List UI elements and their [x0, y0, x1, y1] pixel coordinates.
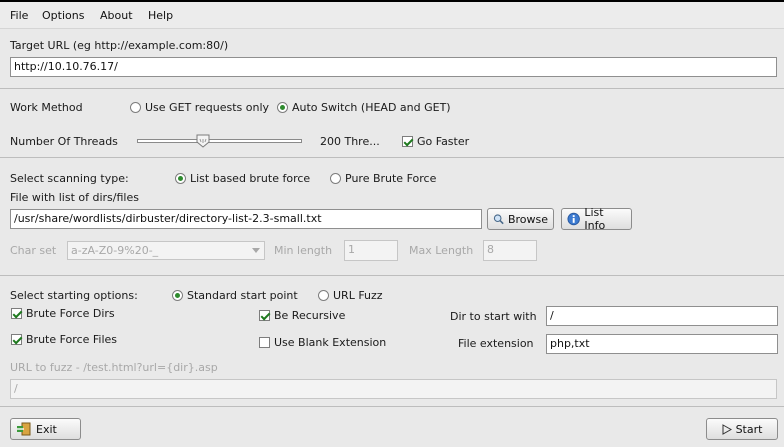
radio-standard-start-label: Standard start point — [187, 289, 298, 302]
max-length-label: Max Length — [409, 244, 474, 257]
wordlist-file-label: File with list of dirs/files — [10, 191, 139, 204]
go-faster-checkbox[interactable] — [402, 136, 413, 147]
separator — [0, 406, 784, 407]
exit-door-icon — [17, 422, 31, 436]
menu-about[interactable]: About — [100, 9, 133, 22]
radio-auto-switch-label: Auto Switch (HEAD and GET) — [292, 101, 451, 114]
chevron-down-icon — [252, 248, 260, 253]
wordlist-file-input[interactable]: /usr/share/wordlists/dirbuster/directory… — [10, 209, 482, 229]
brute-force-dirs-label: Brute Force Dirs — [26, 307, 115, 320]
brute-force-files-checkbox[interactable] — [11, 334, 22, 345]
separator — [0, 157, 784, 158]
radio-list-brute-force[interactable] — [175, 173, 186, 184]
start-button-label: Start — [735, 422, 763, 436]
menu-options[interactable]: Options — [42, 9, 84, 22]
brute-force-files-label: Brute Force Files — [26, 333, 118, 346]
url-fuzz-input[interactable]: / — [10, 379, 777, 399]
list-info-button-label: List Info — [584, 206, 606, 232]
menu-help[interactable]: Help — [148, 9, 173, 22]
browse-button[interactable]: Browse — [487, 208, 554, 230]
be-recursive-checkbox[interactable] — [259, 310, 270, 321]
file-extension-label: File extension — [458, 337, 534, 350]
menu-bar: File Options About Help — [0, 2, 784, 29]
charset-label: Char set — [10, 244, 57, 257]
threads-label: Number Of Threads — [10, 135, 118, 148]
charset-select-value: a-zA-Z0-9%20-_ — [71, 244, 159, 257]
radio-pure-brute-force[interactable] — [330, 173, 341, 184]
dir-start-input[interactable]: / — [546, 306, 778, 326]
info-icon — [567, 212, 580, 226]
radio-auto-switch[interactable] — [277, 102, 288, 113]
min-length-input[interactable]: 1 — [344, 240, 398, 261]
dir-start-label: Dir to start with — [450, 310, 537, 323]
radio-get-only-label: Use GET requests only — [145, 101, 270, 114]
browse-button-label: Browse — [507, 212, 548, 226]
url-fuzz-label: URL to fuzz - /test.html?url={dir}.asp — [10, 361, 218, 374]
min-length-label: Min length — [274, 244, 333, 257]
start-button[interactable]: Start — [706, 418, 778, 440]
exit-button-label: Exit — [36, 422, 57, 436]
max-length-input[interactable]: 8 — [483, 240, 537, 261]
start-options-label: Select starting options: — [10, 289, 138, 302]
radio-pure-brute-force-label: Pure Brute Force — [345, 172, 437, 185]
separator — [0, 275, 784, 276]
blank-extension-label: Use Blank Extension — [274, 336, 387, 349]
brute-force-dirs-checkbox[interactable] — [11, 308, 22, 319]
threads-slider-track[interactable] — [137, 139, 302, 143]
radio-get-only[interactable] — [130, 102, 141, 113]
radio-url-fuzz[interactable] — [318, 290, 329, 301]
menu-file[interactable]: File — [10, 9, 28, 22]
file-extension-input[interactable]: php,txt — [546, 334, 778, 354]
radio-url-fuzz-label: URL Fuzz — [333, 289, 383, 302]
threads-slider-thumb[interactable] — [196, 134, 210, 148]
target-url-label: Target URL (eg http://example.com:80/) — [10, 39, 229, 52]
work-method-label: Work Method — [10, 101, 83, 114]
radio-standard-start[interactable] — [172, 290, 183, 301]
exit-button[interactable]: Exit — [10, 418, 81, 440]
be-recursive-label: Be Recursive — [274, 309, 346, 322]
radio-list-brute-force-label: List based brute force — [190, 172, 311, 185]
play-icon — [722, 423, 732, 435]
threads-value: 200 Thre... — [320, 135, 380, 148]
charset-select[interactable]: a-zA-Z0-9%20-_ — [67, 241, 265, 260]
scan-type-label: Select scanning type: — [10, 172, 129, 185]
magnifier-icon — [493, 214, 504, 225]
separator — [0, 88, 784, 89]
list-info-button[interactable]: List Info — [561, 206, 632, 232]
blank-extension-checkbox[interactable] — [259, 337, 270, 348]
go-faster-label: Go Faster — [417, 135, 470, 148]
target-url-input[interactable]: http://10.10.76.17/ — [10, 57, 777, 77]
